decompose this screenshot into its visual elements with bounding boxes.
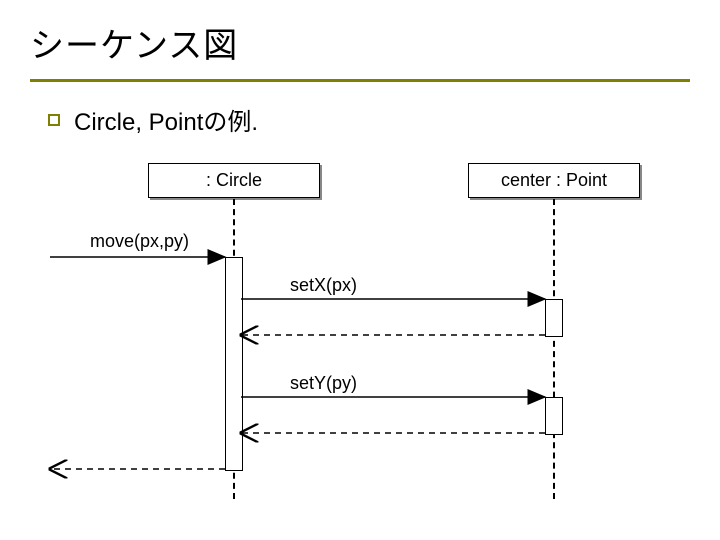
bullet-row: Circle, Pointの例. <box>48 102 690 137</box>
bullet-text: Circle, Pointの例. <box>74 102 258 137</box>
bullet-icon <box>48 114 60 126</box>
slide-title: シーケンス図 <box>30 18 690 67</box>
arrows-layer <box>48 149 688 519</box>
sequence-diagram: : Circle center : Point move(px,py) setX… <box>48 149 688 519</box>
